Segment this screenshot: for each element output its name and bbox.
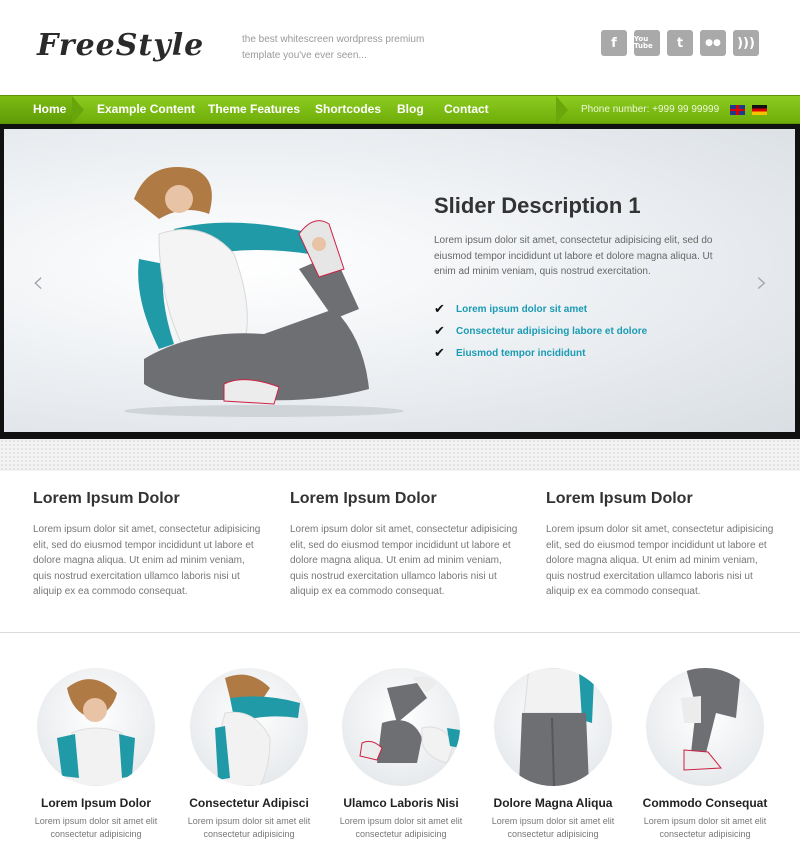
card-image[interactable] [494, 668, 612, 786]
site-header: FreeStyle the best whitescreen wordpress… [0, 0, 800, 95]
card-text-line: Lorem ipsum dolor sit amet elit [491, 816, 615, 826]
card-text: Lorem ipsum dolor sit amet elit consectet… [630, 815, 780, 841]
card-text: Lorem ipsum dolor sit amet elit consectet… [174, 815, 324, 841]
nav-separator-arrow [556, 96, 568, 124]
slide-title: Slider Description 1 [434, 193, 641, 218]
hero-slider: ‹ › Slider Description 1 Lorem ipsum dol… [4, 129, 795, 432]
phone-number: Phone number: +999 99 99999 [581, 104, 720, 115]
dancer-photo [215, 674, 300, 786]
check-item-label: Eiusmod tempor incididunt [456, 348, 586, 359]
checkmark-icon: ✔ [434, 324, 445, 339]
nav-item-blog[interactable]: Blog [397, 96, 424, 123]
checkmark-icon: ✔ [434, 302, 445, 317]
flickr-icon[interactable]: ●● [700, 30, 726, 56]
card-image[interactable] [342, 668, 460, 786]
card-image[interactable] [37, 668, 155, 786]
card-text-line: Lorem ipsum dolor sit amet elit [34, 816, 158, 826]
dancer-photo [681, 668, 741, 771]
card-text-line: consectetur adipisicing [507, 829, 599, 839]
slider-prev-arrow[interactable]: ‹ [32, 265, 44, 300]
card-text: Lorem ipsum dolor sit amet elit consectet… [21, 815, 171, 841]
column-title: Lorem Ipsum Dolor [546, 490, 693, 507]
slide-check-list: ✔ Lorem ipsum dolor sit amet ✔ Consectetur… [434, 299, 647, 365]
nav-item-contact[interactable]: Contact [444, 96, 489, 123]
dancer-photo [519, 668, 594, 786]
card-title[interactable]: Consectetur Adipisci [174, 796, 324, 810]
card-text-line: consectetur adipisicing [355, 829, 447, 839]
feature-card[interactable]: Dolore Magna Aliqua Lorem ipsum dolor si… [478, 668, 628, 841]
slide-description: Lorem ipsum dolor sit amet, consectetur … [434, 235, 713, 277]
card-text-line: Lorem ipsum dolor sit amet elit [339, 816, 463, 826]
check-item-label: Consectetur adipisicing labore et dolore [456, 326, 648, 337]
card-image[interactable] [646, 668, 764, 786]
feature-card[interactable]: Lorem Ipsum Dolor Lorem ipsum dolor sit … [21, 668, 171, 841]
nav-home-arrow [72, 96, 84, 124]
nav-item-theme-features[interactable]: Theme Features [208, 96, 300, 123]
column-title: Lorem Ipsum Dolor [290, 490, 437, 507]
card-title[interactable]: Lorem Ipsum Dolor [21, 796, 171, 810]
card-text-line: consectetur adipisicing [203, 829, 295, 839]
column-text: Lorem ipsum dolor sit amet, consectetur … [546, 524, 774, 598]
check-item: ✔ Lorem ipsum dolor sit amet [434, 299, 647, 321]
card-text: Lorem ipsum dolor sit amet elit consectet… [326, 815, 476, 841]
check-item: ✔ Consectetur adipisicing labore et dolor… [434, 321, 647, 343]
site-tagline: the best whitescreen wordpress premium t… [242, 34, 425, 61]
card-text-line: consectetur adipisicing [50, 829, 142, 839]
check-item-label: Lorem ipsum dolor sit amet [456, 304, 588, 315]
slider-next-arrow[interactable]: › [756, 265, 768, 300]
dancer-photo [359, 676, 460, 764]
youtube-icon[interactable]: You Tube [634, 30, 660, 56]
content-column: Lorem Ipsum Dolor Lorem ipsum dolor sit … [290, 490, 520, 600]
column-title: Lorem Ipsum Dolor [33, 490, 180, 507]
card-text-line: Lorem ipsum dolor sit amet elit [643, 816, 767, 826]
slider-frame: ‹ › Slider Description 1 Lorem ipsum dol… [0, 124, 800, 439]
check-item: ✔ Eiusmod tempor incididunt [434, 343, 647, 365]
card-image[interactable] [190, 668, 308, 786]
site-logo[interactable]: FreeStyle [37, 28, 204, 63]
feature-card[interactable]: Commodo Consequat Lorem ipsum dolor sit … [630, 668, 780, 841]
column-text: Lorem ipsum dolor sit amet, consectetur … [33, 524, 261, 598]
nav-item-home[interactable]: Home [33, 96, 66, 123]
main-nav: Home Example Content Theme Features Shor… [0, 95, 800, 124]
content-column: Lorem Ipsum Dolor Lorem ipsum dolor sit … [546, 490, 776, 600]
nav-item-example-content[interactable]: Example Content [97, 96, 195, 123]
card-title[interactable]: Commodo Consequat [630, 796, 780, 810]
card-text-line: Lorem ipsum dolor sit amet elit [187, 816, 311, 826]
pattern-strip [0, 439, 800, 471]
nav-item-shortcodes[interactable]: Shortcodes [315, 96, 381, 123]
dancer-photo [57, 679, 135, 786]
checkmark-icon: ✔ [434, 346, 445, 361]
content-column: Lorem Ipsum Dolor Lorem ipsum dolor sit … [33, 490, 263, 600]
card-text: Lorem ipsum dolor sit amet elit consectet… [478, 815, 628, 841]
twitter-icon[interactable]: t [667, 30, 693, 56]
card-title[interactable]: Dolore Magna Aliqua [478, 796, 628, 810]
german-flag-icon[interactable] [752, 105, 767, 115]
section-divider [0, 632, 800, 633]
card-text-line: consectetur adipisicing [659, 829, 751, 839]
english-flag-icon[interactable] [730, 105, 745, 115]
rss-icon[interactable]: ))) [733, 30, 759, 56]
feature-card[interactable]: Ulamco Laboris Nisi Lorem ipsum dolor si… [326, 668, 476, 841]
facebook-icon[interactable]: f [601, 30, 627, 56]
feature-card[interactable]: Consectetur Adipisci Lorem ipsum dolor s… [174, 668, 324, 841]
dancer-illustration [124, 167, 404, 417]
column-text: Lorem ipsum dolor sit amet, consectetur … [290, 524, 518, 598]
card-title[interactable]: Ulamco Laboris Nisi [326, 796, 476, 810]
